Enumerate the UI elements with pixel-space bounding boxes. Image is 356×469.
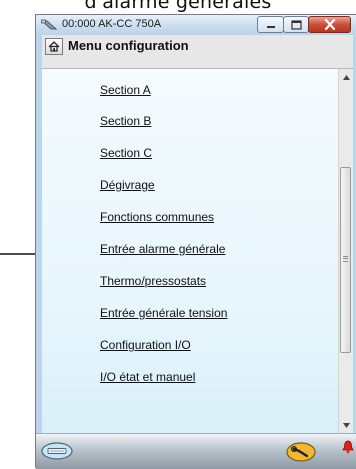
minimize-icon <box>266 26 275 28</box>
service-button[interactable] <box>286 442 316 466</box>
close-icon <box>324 19 335 30</box>
menu-item-section-a[interactable]: Section A <box>100 83 151 97</box>
maximize-button[interactable] <box>283 16 309 33</box>
menu-item-section-c[interactable]: Section C <box>100 146 152 160</box>
caption-text: d'alarme générales <box>84 0 272 13</box>
menu-item-entree-generale-tension[interactable]: Entrée générale tension <box>100 306 227 320</box>
menu-item-entree-alarme-generale[interactable]: Entrée alarme générale <box>100 242 225 256</box>
close-button[interactable] <box>308 16 351 33</box>
vertical-scrollbar[interactable] <box>338 69 353 433</box>
menu-content: Section A Section B Section C Dégivrage … <box>42 69 338 433</box>
alarm-bell-icon <box>342 440 354 454</box>
maximize-icon <box>290 19 302 30</box>
scroll-up-button[interactable] <box>339 69 353 85</box>
scroll-up-arrow-icon <box>342 74 350 80</box>
document-caption: d'alarme générales <box>0 0 356 14</box>
home-button[interactable] <box>45 38 63 55</box>
home-icon <box>48 41 60 52</box>
window-title: 00:000 AK-CC 750A <box>62 18 162 30</box>
menu-item-degivrage[interactable]: Dégivrage <box>100 178 155 192</box>
app-icon <box>41 19 57 30</box>
scroll-thumb[interactable] <box>340 167 351 353</box>
device-button[interactable] <box>41 442 73 464</box>
menu-title: Menu configuration <box>68 38 189 53</box>
menu-item-io-etat-et-manuel[interactable]: I/O état et manuel <box>100 370 195 384</box>
alarm-button[interactable] <box>342 439 354 458</box>
scroll-grip-icon <box>343 256 348 262</box>
menu-item-section-b[interactable]: Section B <box>100 114 151 128</box>
menu-item-configuration-io[interactable]: Configuration I/O <box>100 338 191 352</box>
footer-toolbar <box>36 433 356 469</box>
wrench-icon <box>286 442 316 462</box>
minimize-button[interactable] <box>257 16 284 33</box>
network-device-icon <box>41 442 73 460</box>
title-bar[interactable]: 00:000 AK-CC 750A <box>36 15 356 35</box>
scroll-down-button[interactable] <box>339 417 353 433</box>
menu-header: Menu configuration <box>42 35 353 69</box>
menu-item-thermo-pressostats[interactable]: Thermo/pressostats <box>100 274 206 288</box>
scroll-down-arrow-icon <box>342 422 350 428</box>
menu-item-fonctions-communes[interactable]: Fonctions communes <box>100 210 214 224</box>
app-window: 00:000 AK-CC 750A Menu configuration Sec… <box>35 14 356 469</box>
